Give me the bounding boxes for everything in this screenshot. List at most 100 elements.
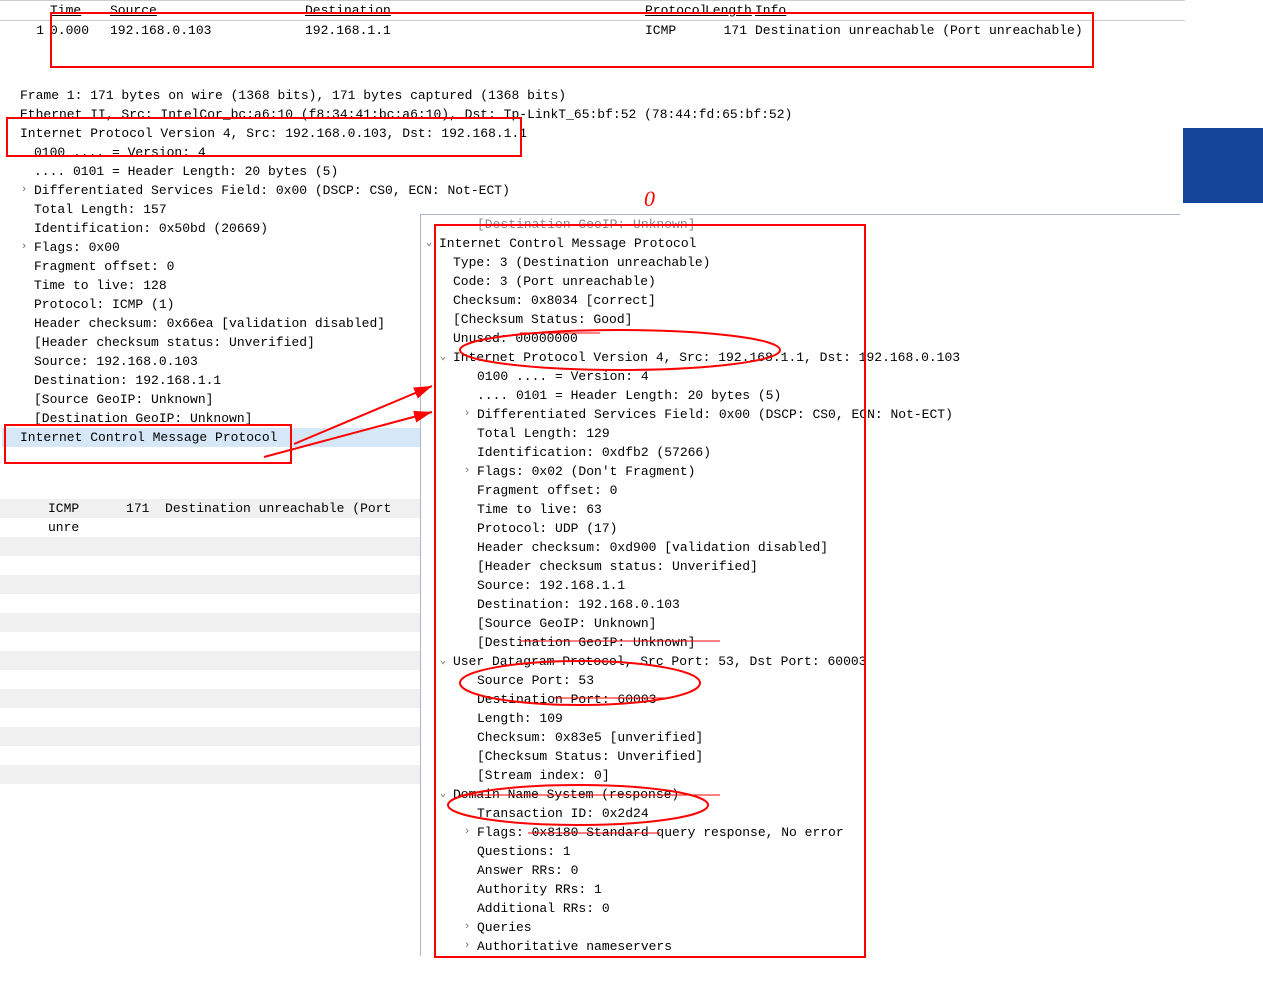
tree-line[interactable]: Checksum: 0x8034 [correct] — [421, 291, 1180, 310]
tree-line[interactable]: ›Authoritative nameservers — [421, 937, 1180, 956]
chevron-down-icon[interactable]: ⌄ — [437, 785, 449, 804]
tree-line[interactable]: ›Flags: 0x00 — [2, 238, 422, 257]
tree-line[interactable]: [Source GeoIP: Unknown] — [2, 390, 422, 409]
tree-line[interactable]: [Checksum Status: Good] — [421, 310, 1180, 329]
tree-text: 0100 .... = Version: 4 — [34, 145, 206, 160]
tree-text: Frame 1: 171 bytes on wire (1368 bits), … — [20, 88, 566, 103]
tree-line[interactable]: Destination: 192.168.1.1 — [2, 371, 422, 390]
tree-line[interactable]: Identification: 0x50bd (20669) — [2, 219, 422, 238]
tree-line[interactable]: [Header checksum status: Unverified] — [421, 557, 1180, 576]
tree-line[interactable]: Header checksum: 0xd900 [validation disa… — [421, 538, 1180, 557]
tree-text: [Source GeoIP: Unknown] — [477, 616, 656, 631]
chevron-right-icon[interactable]: › — [461, 937, 473, 956]
tree-line[interactable]: ›Flags: 0x02 (Don't Fragment) — [421, 462, 1180, 481]
header-length[interactable]: Length — [705, 3, 755, 18]
chevron-right-icon[interactable]: › — [461, 405, 473, 424]
tree-line[interactable]: Protocol: ICMP (1) — [2, 295, 422, 314]
tree-line[interactable]: Additional RRs: 0 — [421, 899, 1180, 918]
tree-line[interactable]: Total Length: 157 — [2, 200, 422, 219]
tree-line[interactable]: Source: 192.168.0.103 — [2, 352, 422, 371]
packet-time: 0.000 — [50, 23, 110, 38]
tree-line[interactable]: [Destination GeoIP: Unknown] — [2, 409, 422, 428]
tree-line[interactable]: ⌄ Internet Protocol Version 4, Src: 192.1… — [421, 348, 1180, 367]
tree-line[interactable]: Code: 3 (Port unreachable) — [421, 272, 1180, 291]
chevron-right-icon[interactable]: › — [461, 918, 473, 937]
tree-line[interactable]: Transaction ID: 0x2d24 — [421, 804, 1180, 823]
tree-text: Additional RRs: 0 — [477, 901, 610, 916]
bottom-strip: ICMP 171 Destination unreachable (Port u… — [0, 480, 420, 784]
tree-line[interactable]: Source Port: 53 — [421, 671, 1180, 690]
tree-line[interactable]: Header checksum: 0x66ea [validation disa… — [2, 314, 422, 333]
tree-line[interactable]: [Stream index: 0] — [421, 766, 1180, 785]
tree-line[interactable]: Source: 192.168.1.1 — [421, 576, 1180, 595]
tree-text: [Checksum Status: Good] — [453, 312, 632, 327]
tree-line[interactable]: Length: 109 — [421, 709, 1180, 728]
chevron-down-icon[interactable]: ⌄ — [423, 234, 435, 253]
tree-text: Internet Protocol Version 4, Src: 192.16… — [453, 350, 960, 365]
header-protocol[interactable]: Protocol — [645, 3, 705, 18]
chevron-right-icon[interactable]: › — [18, 238, 30, 257]
tree-line[interactable]: 0100 .... = Version: 4 — [2, 143, 422, 162]
chevron-right-icon[interactable]: › — [18, 181, 30, 200]
tree-line[interactable]: [Checksum Status: Unverified] — [421, 747, 1180, 766]
tree-line[interactable]: ⌄Internet Control Message Protocol — [421, 234, 1180, 253]
tree-text: Identification: 0x50bd (20669) — [34, 221, 268, 236]
tree-line[interactable]: Frame 1: 171 bytes on wire (1368 bits), … — [2, 86, 422, 105]
tree-text: Length: 109 — [477, 711, 563, 726]
header-info[interactable]: Info — [755, 3, 1185, 18]
tree-line[interactable]: Identification: 0xdfb2 (57266) — [421, 443, 1180, 462]
tree-text: Total Length: 129 — [477, 426, 610, 441]
tree-text: [Checksum Status: Unverified] — [477, 749, 703, 764]
tree-text: Code: 3 (Port unreachable) — [453, 274, 656, 289]
header-dest[interactable]: Destination — [305, 3, 645, 18]
packet-details-right[interactable]: [Destination GeoIP: Unknown] ⌄Internet C… — [420, 214, 1180, 956]
tree-line[interactable]: Time to live: 63 — [421, 500, 1180, 519]
tree-line[interactable]: Unused: 00000000 — [421, 329, 1180, 348]
tree-line[interactable]: Protocol: UDP (17) — [421, 519, 1180, 538]
tree-line[interactable]: .... 0101 = Header Length: 20 bytes (5) — [2, 162, 422, 181]
tree-text: Protocol: UDP (17) — [477, 521, 617, 536]
tree-line[interactable]: [Destination GeoIP: Unknown] — [421, 633, 1180, 652]
tree-line[interactable]: › Differentiated Services Field: 0x00 (DS… — [421, 405, 1180, 424]
tree-line[interactable]: Internet Control Message Protocol — [2, 428, 422, 447]
tree-text: Differentiated Services Field: 0x00 (DSC… — [477, 407, 953, 422]
tree-line[interactable]: ›Differentiated Services Field: 0x00 (DS… — [2, 181, 422, 200]
tree-line[interactable]: Fragment offset: 0 — [421, 481, 1180, 500]
tree-line[interactable]: Ethernet II, Src: IntelCor_bc:a6:10 (f8:… — [2, 105, 422, 124]
tree-text: [Header checksum status: Unverified] — [34, 335, 315, 350]
bottom-row[interactable]: ICMP 171 Destination unreachable (Port u… — [0, 499, 420, 518]
tree-line[interactable]: [Header checksum status: Unverified] — [2, 333, 422, 352]
tree-text: [Destination GeoIP: Unknown] — [34, 411, 252, 426]
tree-line[interactable]: Checksum: 0x83e5 [unverified] — [421, 728, 1180, 747]
tree-line[interactable]: Type: 3 (Destination unreachable) — [421, 253, 1180, 272]
tree-line[interactable]: ›Queries — [421, 918, 1180, 937]
tree-line[interactable]: 0100 .... = Version: 4 — [421, 367, 1180, 386]
tree-line[interactable]: .... 0101 = Header Length: 20 bytes (5) — [421, 386, 1180, 405]
packet-details-left[interactable]: Frame 1: 171 bytes on wire (1368 bits), … — [2, 86, 422, 447]
tree-line[interactable]: ›Flags: 0x8180 Standard query response, … — [421, 823, 1180, 842]
header-time[interactable]: Time — [50, 3, 110, 18]
tree-line[interactable]: Fragment offset: 0 — [2, 257, 422, 276]
tree-line[interactable]: Destination Port: 60003 — [421, 690, 1180, 709]
tree-line[interactable]: Total Length: 129 — [421, 424, 1180, 443]
chevron-right-icon[interactable]: › — [461, 823, 473, 842]
tree-line[interactable]: ⌄Domain Name System (response) — [421, 785, 1180, 804]
tree-text: Fragment offset: 0 — [477, 483, 617, 498]
tree-line[interactable]: Destination: 192.168.0.103 — [421, 595, 1180, 614]
packet-list-table: Time Source Destination Protocol Length … — [0, 0, 1185, 40]
tree-text: .... 0101 = Header Length: 20 bytes (5) — [34, 164, 338, 179]
tree-line[interactable]: [Source GeoIP: Unknown] — [421, 614, 1180, 633]
tree-line[interactable]: Time to live: 128 — [2, 276, 422, 295]
header-source[interactable]: Source — [110, 3, 305, 18]
tree-text: Identification: 0xdfb2 (57266) — [477, 445, 711, 460]
tree-line[interactable]: Internet Protocol Version 4, Src: 192.16… — [2, 124, 422, 143]
tree-line[interactable]: Answer RRs: 0 — [421, 861, 1180, 880]
chevron-right-icon[interactable]: › — [461, 462, 473, 481]
tree-line[interactable]: Authority RRs: 1 — [421, 880, 1180, 899]
tree-line[interactable]: Questions: 1 — [421, 842, 1180, 861]
tree-text: Fragment offset: 0 — [34, 259, 174, 274]
tree-line[interactable]: ⌄User Datagram Protocol, Src Port: 53, D… — [421, 652, 1180, 671]
packet-row[interactable]: 1 0.000 192.168.0.103 192.168.1.1 ICMP 1… — [0, 21, 1185, 40]
chevron-down-icon[interactable]: ⌄ — [437, 652, 449, 671]
chevron-down-icon[interactable]: ⌄ — [437, 348, 449, 367]
